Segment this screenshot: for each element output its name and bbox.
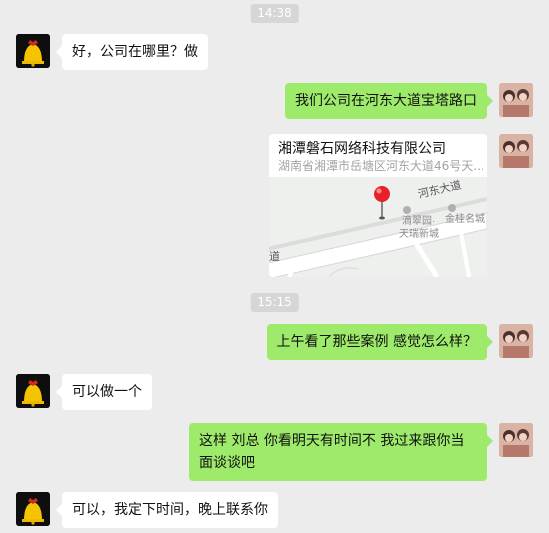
map-poi-label: 金桂名城	[445, 212, 485, 225]
bell-avatar-icon	[16, 34, 50, 68]
map-poi-label: 滴翠园·	[402, 214, 435, 227]
message-bubble-incoming[interactable]: 可以，我定下时间，晚上联系你	[56, 492, 278, 528]
poi-dot-icon	[403, 206, 411, 214]
location-map[interactable]: 河东大道 道 金桂名城 滴翠园· 天瑞新城	[269, 177, 487, 277]
photo-avatar-icon	[499, 134, 533, 168]
message-bubble-outgoing[interactable]: 我们公司在河东大道宝塔路口	[285, 83, 493, 119]
location-card[interactable]: 湘潭磐石网络科技有限公司 湖南省湘潭市岳塘区河东大道46号天... 河东大道 道…	[269, 134, 487, 277]
timestamp: 15:15	[250, 293, 299, 312]
message-bubble-incoming[interactable]: 可以做一个	[56, 374, 152, 410]
contact-avatar[interactable]	[16, 34, 50, 68]
map-poi-label: 天瑞新城	[399, 227, 439, 240]
my-avatar[interactable]	[499, 83, 533, 117]
photo-avatar-icon	[499, 324, 533, 358]
location-title: 湘潭磐石网络科技有限公司	[278, 141, 446, 157]
poi-dot-icon	[448, 204, 456, 212]
message-bubble-incoming[interactable]: 好，公司在哪里？做	[56, 34, 208, 70]
my-avatar[interactable]	[499, 134, 533, 168]
photo-avatar-icon	[499, 83, 533, 117]
photo-avatar-icon	[499, 423, 533, 457]
timestamp: 14:38	[250, 4, 299, 23]
bell-avatar-icon	[16, 492, 50, 526]
contact-avatar[interactable]	[16, 492, 50, 526]
message-bubble-outgoing[interactable]: 这样 刘总 你看明天有时间不 我过来跟你当面谈谈吧	[189, 423, 493, 481]
message-bubble-outgoing[interactable]: 上午看了那些案例 感觉怎么样？	[266, 324, 494, 360]
my-avatar[interactable]	[499, 324, 533, 358]
location-address: 湖南省湘潭市岳塘区河东大道46号天...	[278, 159, 483, 173]
contact-avatar[interactable]	[16, 374, 50, 408]
bell-avatar-icon	[16, 374, 50, 408]
map-road-side-label: 道	[269, 249, 280, 263]
my-avatar[interactable]	[499, 423, 533, 457]
